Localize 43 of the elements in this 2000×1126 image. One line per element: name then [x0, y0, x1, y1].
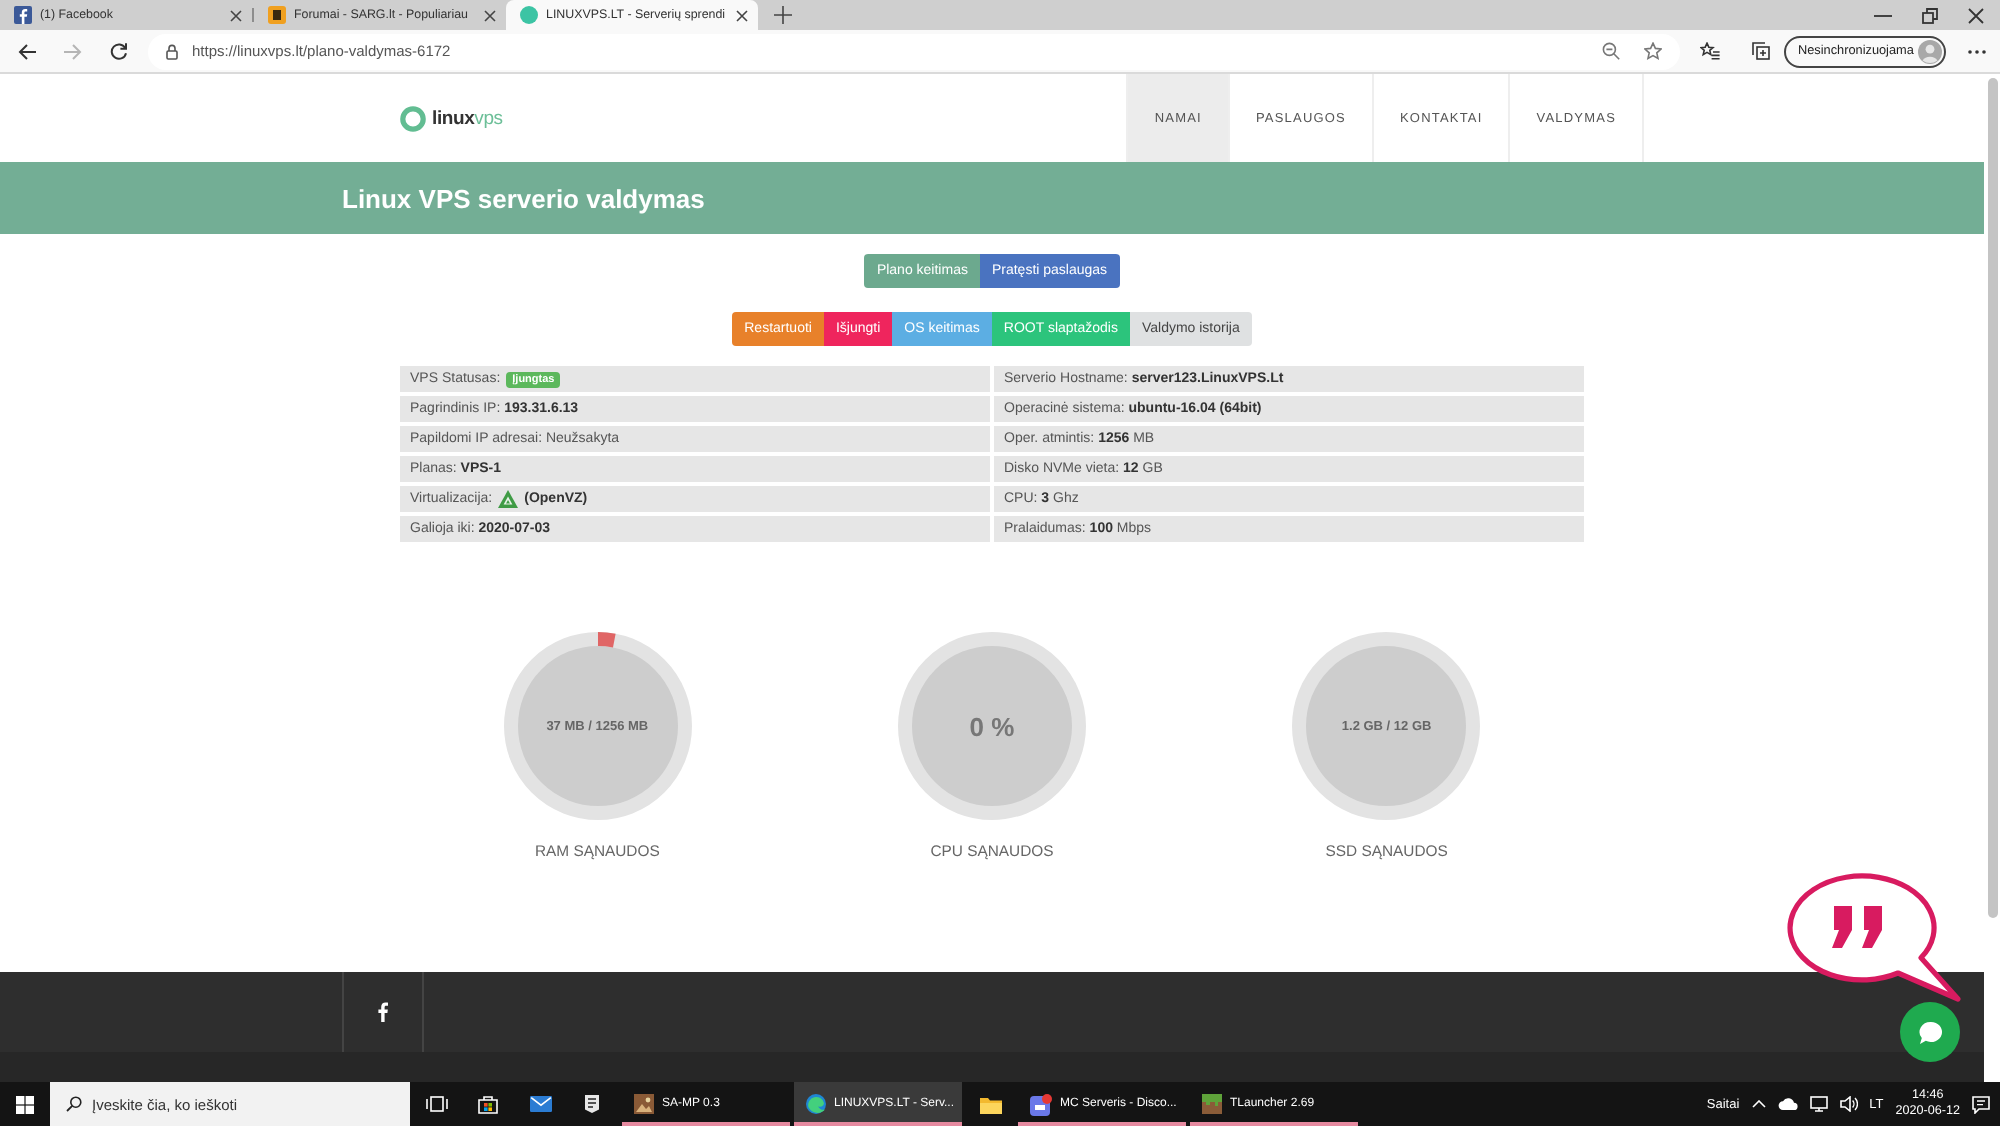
badged-app-icon	[1030, 1093, 1052, 1115]
back-icon[interactable]	[18, 43, 36, 59]
logo-text[interactable]: linuxvps	[432, 107, 503, 129]
message-icon[interactable]	[1972, 1095, 1990, 1113]
gauge-value: 0 %	[969, 711, 1015, 741]
avatar-icon	[1918, 39, 1942, 63]
speaker-icon[interactable]	[1839, 1096, 1858, 1112]
close-icon[interactable]	[736, 9, 748, 21]
reload-icon[interactable]	[110, 42, 128, 60]
plus-icon[interactable]	[774, 6, 792, 24]
f-letter-icon	[378, 1002, 388, 1022]
search-icon	[66, 1096, 82, 1112]
shopping-bag-icon[interactable]	[478, 1094, 498, 1114]
swirl-icon	[806, 1094, 826, 1114]
close-icon[interactable]	[230, 9, 242, 21]
chat-icon	[1917, 1019, 1943, 1045]
star-icon[interactable]	[1644, 42, 1662, 60]
dot-icon	[520, 6, 538, 24]
zoom-icon[interactable]	[1602, 42, 1620, 60]
envelope-icon[interactable]	[529, 1096, 551, 1112]
lock-icon	[166, 43, 178, 59]
f-square-icon	[14, 6, 32, 24]
restore-icon[interactable]	[1922, 7, 1938, 23]
page-title: Linux VPS serverio valdymas	[342, 183, 705, 213]
close-icon[interactable]	[1968, 7, 1984, 23]
chevron-up-icon[interactable]	[1751, 1100, 1766, 1108]
cloud-icon[interactable]	[1777, 1098, 1798, 1110]
grass-block-icon	[1202, 1094, 1222, 1114]
shield-icon[interactable]	[584, 1094, 600, 1114]
picture-tile-icon	[634, 1094, 654, 1114]
close-icon[interactable]	[484, 9, 496, 21]
star-list-icon[interactable]	[1700, 42, 1720, 60]
scrollbar-thumb[interactable]	[1987, 78, 1997, 918]
plus-square-icon[interactable]	[1752, 42, 1770, 60]
tile-icon	[268, 6, 286, 24]
task-view-icon[interactable]	[425, 1096, 447, 1112]
quote-bubble-icon[interactable]	[1786, 870, 1962, 1002]
ring-logo-icon	[400, 105, 426, 131]
triangle-icon	[498, 490, 519, 508]
minimize-icon[interactable]	[1874, 13, 1892, 17]
folder-icon	[979, 1095, 1001, 1113]
four-panes-icon[interactable]	[16, 1095, 34, 1113]
monitor-icon[interactable]	[1809, 1096, 1828, 1112]
